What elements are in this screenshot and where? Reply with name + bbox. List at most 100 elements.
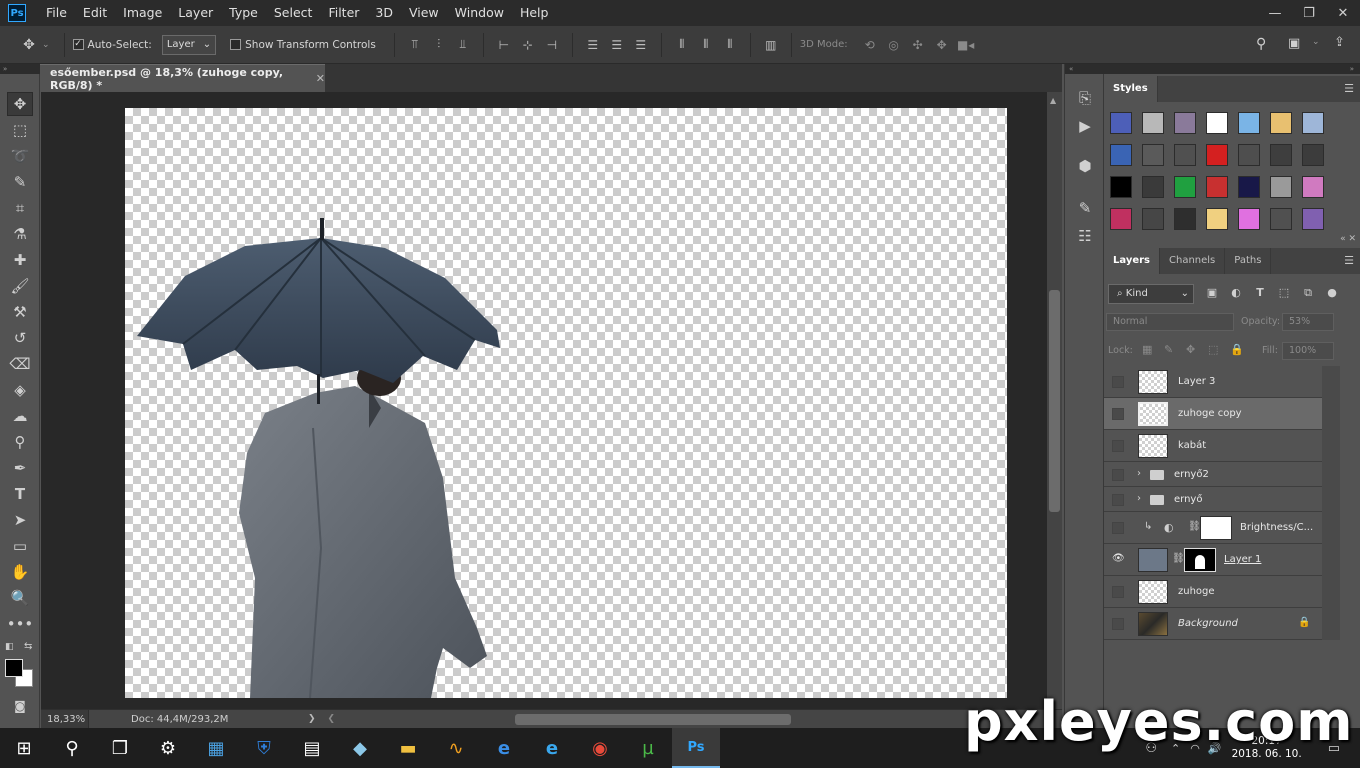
style-swatch[interactable] (1238, 112, 1260, 134)
menu-file[interactable]: File (38, 0, 75, 26)
panel-header-controls[interactable]: « ✕ (1340, 234, 1356, 244)
style-swatch[interactable] (1302, 144, 1324, 166)
tools-panel-collapse[interactable]: » (0, 64, 40, 74)
layer-visibility-toggle[interactable] (1112, 494, 1124, 506)
pen-tool-icon[interactable]: ✒ (7, 456, 33, 480)
close-button[interactable]: ✕ (1326, 0, 1360, 26)
style-swatch[interactable] (1142, 176, 1164, 198)
layer-group-row[interactable]: › ernyő2 (1104, 462, 1322, 487)
notes-icon[interactable]: ◆ (336, 728, 384, 768)
auto-select-checkbox[interactable]: ✓ (72, 39, 84, 50)
filter-type-icon[interactable]: T (1252, 286, 1268, 302)
layer-visibility-toggle[interactable] (1112, 522, 1124, 534)
chevron-down-icon[interactable]: ⌄ (42, 40, 50, 50)
dodge-tool-icon[interactable]: ⚲ (7, 430, 33, 454)
move-tool-icon[interactable]: ✥ (7, 92, 33, 116)
hand-tool-icon[interactable]: ✋ (7, 560, 33, 584)
menu-image[interactable]: Image (115, 0, 170, 26)
style-swatch[interactable] (1206, 208, 1228, 230)
style-swatch[interactable] (1142, 112, 1164, 134)
align-vcenter-icon[interactable]: ⫶ (428, 36, 450, 54)
menu-3d[interactable]: 3D (367, 0, 401, 26)
style-swatch[interactable] (1302, 112, 1324, 134)
scroll-up-icon[interactable]: ▲ (1050, 96, 1056, 105)
tab-paths[interactable]: Paths (1225, 248, 1272, 274)
more-tools-icon[interactable]: ••• (7, 612, 34, 636)
distribute-bottom-icon[interactable]: ☰ (630, 36, 652, 54)
edge-icon[interactable]: e (480, 728, 528, 768)
task-view-icon[interactable]: ❐ (96, 728, 144, 768)
layer-visibility-toggle[interactable] (1112, 440, 1124, 452)
align-left-icon[interactable]: ⊢ (493, 36, 515, 54)
history-panel-icon[interactable]: ⎘ (1073, 86, 1097, 110)
filter-pixel-icon[interactable]: ▣ (1204, 286, 1220, 302)
zoom-level-field[interactable]: 18,33% (41, 709, 89, 729)
actions-panel-icon[interactable]: ▶ (1073, 114, 1097, 138)
link-icon[interactable]: ⛓ (1172, 553, 1185, 564)
auto-select-target-dropdown[interactable]: Layer ⌄ (161, 34, 217, 55)
3d-orbit-icon[interactable]: ⟲ (859, 36, 881, 54)
menu-edit[interactable]: Edit (75, 0, 115, 26)
menu-help[interactable]: Help (512, 0, 557, 26)
layer-visibility-toggle[interactable] (1112, 376, 1124, 388)
lasso-tool-icon[interactable]: ➰ (7, 144, 33, 168)
rectangle-tool-icon[interactable]: ▭ (7, 534, 33, 558)
document-tab[interactable]: esőember.psd @ 18,3% (zuhoge copy, RGB/8… (40, 64, 325, 92)
photoshop-taskbar-icon[interactable]: Ps (672, 728, 720, 768)
distribute-right-icon[interactable]: ⦀ (719, 36, 741, 54)
lock-artboard-icon[interactable]: ⬚ (1208, 343, 1218, 356)
style-swatch[interactable] (1206, 176, 1228, 198)
workspace-icon[interactable]: ▣ (1288, 36, 1300, 51)
style-swatch[interactable] (1142, 208, 1164, 230)
type-tool-icon[interactable]: T (7, 482, 33, 506)
align-right-icon[interactable]: ⊣ (541, 36, 563, 54)
settings-icon[interactable]: ⚙ (144, 728, 192, 768)
share-icon[interactable]: ⇪ (1334, 35, 1345, 50)
style-swatch[interactable] (1110, 144, 1132, 166)
eyedropper-tool-icon[interactable]: ⚗ (7, 222, 33, 246)
healing-brush-tool-icon[interactable]: ✚ (7, 248, 33, 272)
layer-row[interactable]: Background 🔒 (1104, 608, 1322, 640)
tab-layers[interactable]: Layers (1104, 248, 1160, 274)
app-icon[interactable]: ∿ (432, 728, 480, 768)
layer-mask-thumbnail[interactable] (1200, 516, 1232, 540)
brushes-panel-icon[interactable]: ✎ (1073, 196, 1097, 220)
close-tab-icon[interactable]: ✕ (316, 72, 325, 85)
style-swatch[interactable] (1206, 144, 1228, 166)
blur-tool-icon[interactable]: ☁ (7, 404, 33, 428)
swap-colors-icon[interactable]: ⇆ (24, 641, 32, 652)
menu-window[interactable]: Window (447, 0, 512, 26)
layer-row[interactable]: Layer 3 (1104, 366, 1322, 398)
layer-visibility-toggle[interactable] (1112, 469, 1124, 481)
menu-filter[interactable]: Filter (320, 0, 367, 26)
style-swatch[interactable] (1270, 208, 1292, 230)
layer-row[interactable]: zuhoge copy (1104, 398, 1322, 430)
align-hcenter-icon[interactable]: ⊹ (517, 36, 539, 54)
style-swatch[interactable] (1174, 176, 1196, 198)
layer-row[interactable]: kabát (1104, 430, 1322, 462)
properties-panel-icon[interactable]: ☷ (1073, 224, 1097, 248)
layer-group-row[interactable]: › ernyő (1104, 487, 1322, 512)
layer-filter-dropdown[interactable]: ⌕ Kind ⌄ (1108, 284, 1194, 304)
distribute-vcenter-icon[interactable]: ☰ (606, 36, 628, 54)
search-icon[interactable]: ⚲ (48, 728, 96, 768)
blend-mode-dropdown[interactable]: Normal (1106, 313, 1234, 331)
style-swatch[interactable] (1238, 208, 1260, 230)
paint-bucket-tool-icon[interactable]: ◈ (7, 378, 33, 402)
brush-tool-icon[interactable]: 🖌 (7, 274, 33, 298)
eraser-tool-icon[interactable]: ⌫ (7, 352, 33, 376)
marquee-tool-icon[interactable]: ⬚ (7, 118, 33, 142)
style-swatch[interactable] (1302, 176, 1324, 198)
menu-type[interactable]: Type (221, 0, 266, 26)
move-tool-preset-icon[interactable]: ✥ (16, 37, 42, 53)
file-explorer-icon[interactable]: ▬ (384, 728, 432, 768)
history-brush-tool-icon[interactable]: ↺ (7, 326, 33, 350)
style-swatch[interactable] (1174, 144, 1196, 166)
style-swatch[interactable] (1174, 208, 1196, 230)
minimize-button[interactable]: — (1258, 0, 1292, 26)
style-swatch[interactable] (1270, 112, 1292, 134)
status-info-arrow[interactable]: ❯ (308, 714, 316, 724)
chrome-icon[interactable]: ◉ (576, 728, 624, 768)
eye-icon[interactable]: 👁 (1112, 554, 1125, 566)
layer-visibility-toggle[interactable] (1112, 618, 1124, 630)
